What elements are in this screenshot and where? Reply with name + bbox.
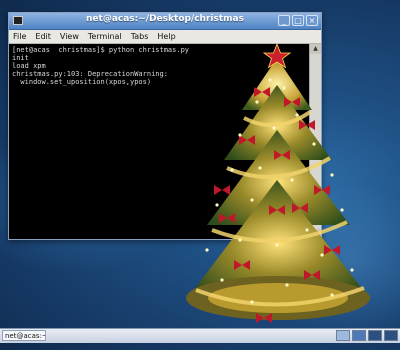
minimize-icon[interactable]: _ bbox=[278, 15, 290, 26]
christmas-tree-image bbox=[186, 42, 370, 323]
workspace-3[interactable] bbox=[368, 330, 382, 341]
maximize-icon[interactable]: □ bbox=[292, 15, 304, 26]
menu-file[interactable]: File bbox=[13, 32, 26, 41]
menu-view[interactable]: View bbox=[60, 32, 79, 41]
menu-help[interactable]: Help bbox=[157, 32, 175, 41]
tree-body bbox=[186, 58, 370, 320]
taskbar: net@acas:~/Desktop/... bbox=[0, 328, 400, 343]
close-icon[interactable]: × bbox=[306, 15, 318, 26]
workspace-2[interactable] bbox=[352, 330, 366, 341]
workspace-4[interactable] bbox=[384, 330, 398, 341]
window-titlebar[interactable]: net@acas:~/Desktop/christmas _ □ × bbox=[9, 13, 321, 30]
window-title: net@acas:~/Desktop/christmas bbox=[86, 14, 244, 24]
menu-terminal[interactable]: Terminal bbox=[88, 32, 122, 41]
workspace-1[interactable] bbox=[336, 330, 350, 341]
menu-edit[interactable]: Edit bbox=[35, 32, 51, 41]
menu-tabs[interactable]: Tabs bbox=[131, 32, 149, 41]
taskbar-window-button[interactable]: net@acas:~/Desktop/... bbox=[2, 330, 46, 341]
